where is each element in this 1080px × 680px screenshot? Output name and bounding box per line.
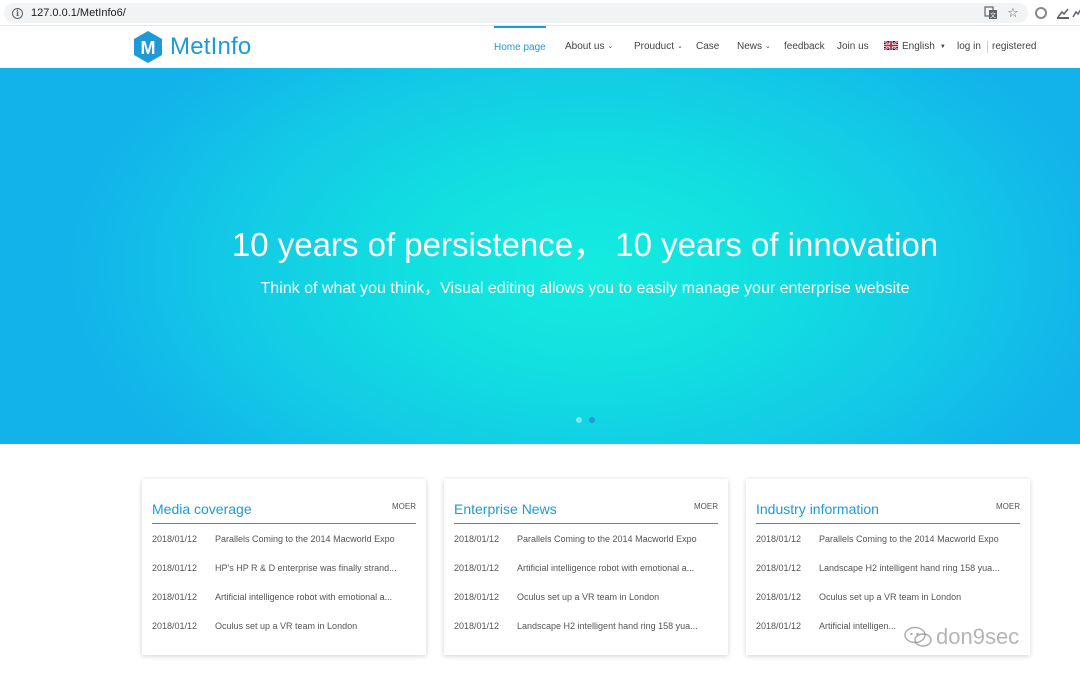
nav-product-label: Prouduct (634, 41, 675, 52)
list-item[interactable]: 2018/01/12 Parallels Coming to the 2014 M… (152, 534, 416, 548)
url-text[interactable]: 127.0.0.1/MetInfo6/ (31, 7, 126, 19)
logo-letter: M (141, 38, 156, 58)
list-item[interactable]: 2018/01/12 Landscape H2 intelligent hand … (756, 563, 1020, 577)
item-title[interactable]: Oculus set up a VR team in London (517, 592, 714, 602)
card-header: Media coverage MOER (152, 497, 416, 524)
language-select[interactable]: English ▼ (884, 26, 946, 68)
item-title[interactable]: Artificial intelligence robot with emoti… (517, 563, 714, 573)
list-item[interactable]: 2018/01/12 Oculus set up a VR team in Lon… (756, 592, 1020, 606)
nav-case[interactable]: Case (696, 26, 719, 68)
nav-news[interactable]: News ⌄ (737, 26, 771, 68)
nav-join[interactable]: Join us (837, 26, 869, 68)
nav-news-label: News (737, 41, 763, 52)
more-link[interactable]: MOER (996, 502, 1020, 511)
browser-toolbar: i 127.0.0.1/MetInfo6/ 文 ☆ (0, 0, 1080, 26)
more-link[interactable]: MOER (392, 502, 416, 511)
chevron-down-icon: ⌄ (765, 43, 771, 50)
item-date: 2018/01/12 (756, 592, 802, 602)
hero-banner[interactable]: 10 years of persistence， 10 years of inn… (0, 68, 1080, 444)
list-item[interactable]: 2018/01/12 Artificial intelligence robot … (454, 563, 718, 577)
item-title[interactable]: HP's HP R & D enterprise was finally str… (215, 563, 412, 573)
card-enterprise-news: Enterprise News MOER 2018/01/12 Parallels… (444, 479, 728, 655)
item-title[interactable]: Oculus set up a VR team in London (215, 621, 412, 631)
nav-product[interactable]: Prouduct ⌄ (634, 26, 683, 68)
item-date: 2018/01/12 (152, 563, 198, 573)
info-icon[interactable]: i (12, 7, 23, 19)
address-bar[interactable]: i 127.0.0.1/MetInfo6/ (4, 3, 1028, 23)
item-date: 2018/01/12 (756, 563, 802, 573)
hero-title: 10 years of persistence， 10 years of inn… (231, 226, 939, 263)
item-title[interactable]: Artificial intelligence robot with emoti… (215, 592, 412, 602)
item-title[interactable]: Oculus set up a VR team in London (819, 592, 1016, 602)
list-item[interactable]: 2018/01/12 Parallels Coming to the 2014 M… (454, 534, 718, 548)
slide-dot-2-active[interactable] (589, 417, 595, 423)
item-date: 2018/01/12 (152, 534, 198, 544)
nav-about-label: About us (565, 41, 605, 52)
svg-text:文: 文 (990, 12, 996, 20)
list-item[interactable]: 2018/01/12 Oculus set up a VR team in Lon… (454, 592, 718, 606)
item-title[interactable]: Landscape H2 intelligent hand ring 158 y… (517, 621, 714, 631)
item-title[interactable]: Parallels Coming to the 2014 Macworld Ex… (517, 534, 714, 544)
list-item[interactable]: 2018/01/12 HP's HP R & D enterprise was f… (152, 563, 416, 577)
card-header: Industry information MOER (756, 497, 1020, 524)
language-label: English (902, 41, 935, 52)
watermark: don9sec (904, 624, 1019, 650)
nav-about[interactable]: About us ⌄ (565, 26, 613, 68)
site-header: M MetInfo Home page About us ⌄ Prouduct ⌄ … (0, 26, 1080, 68)
uk-flag-icon (884, 41, 898, 50)
chevron-down-icon: ⌄ (607, 43, 614, 50)
item-date: 2018/01/12 (152, 621, 198, 631)
item-title[interactable]: Parallels Coming to the 2014 Macworld Ex… (819, 534, 1016, 544)
extension-icon[interactable] (1056, 6, 1070, 20)
list-item[interactable]: 2018/01/12 Oculus set up a VR team in Lon… (152, 621, 416, 635)
translate-icon[interactable]: 文 (984, 6, 998, 20)
chevron-down-icon: ⌄ (677, 43, 683, 50)
card-title[interactable]: Industry information (756, 501, 879, 517)
nav-divider (987, 41, 988, 53)
caret-down-icon: ▼ (939, 44, 946, 50)
item-date: 2018/01/12 (454, 563, 500, 573)
nav-home[interactable]: Home page (494, 26, 546, 68)
logo-text: MetInfo (170, 33, 252, 60)
nav-feedback[interactable]: feedback (784, 26, 825, 68)
site-logo[interactable]: M MetInfo (132, 30, 251, 64)
logo-hexagon-icon: M (134, 31, 162, 63)
wechat-icon (904, 626, 932, 647)
extension-icon[interactable] (1070, 6, 1080, 20)
hero-subtitle: Think of what you think，Visual editing a… (260, 280, 910, 297)
item-title[interactable]: Landscape H2 intelligent hand ring 158 y… (819, 563, 1016, 573)
card-header: Enterprise News MOER (454, 497, 718, 524)
slide-dot-1[interactable] (576, 417, 582, 423)
more-link[interactable]: MOER (694, 502, 718, 511)
card-title[interactable]: Enterprise News (454, 501, 557, 517)
list-item[interactable]: 2018/01/12 Parallels Coming to the 2014 M… (756, 534, 1020, 548)
item-date: 2018/01/12 (454, 592, 500, 602)
list-item[interactable]: 2018/01/12 Landscape H2 intelligent hand … (454, 621, 718, 635)
item-date: 2018/01/12 (454, 621, 500, 631)
item-date: 2018/01/12 (756, 534, 802, 544)
nav-login[interactable]: log in (957, 26, 981, 68)
card-title[interactable]: Media coverage (152, 501, 252, 517)
card-media-coverage: Media coverage MOER 2018/01/12 Parallels … (142, 479, 426, 655)
item-date: 2018/01/12 (152, 592, 198, 602)
star-icon[interactable]: ☆ (1006, 6, 1020, 20)
watermark-text: don9sec (936, 624, 1020, 649)
item-title[interactable]: Parallels Coming to the 2014 Macworld Ex… (215, 534, 412, 544)
item-date: 2018/01/12 (756, 621, 802, 631)
item-date: 2018/01/12 (454, 534, 500, 544)
nav-register[interactable]: registered (992, 26, 1036, 68)
circle-icon[interactable] (1034, 6, 1048, 20)
list-item[interactable]: 2018/01/12 Artificial intelligence robot … (152, 592, 416, 606)
